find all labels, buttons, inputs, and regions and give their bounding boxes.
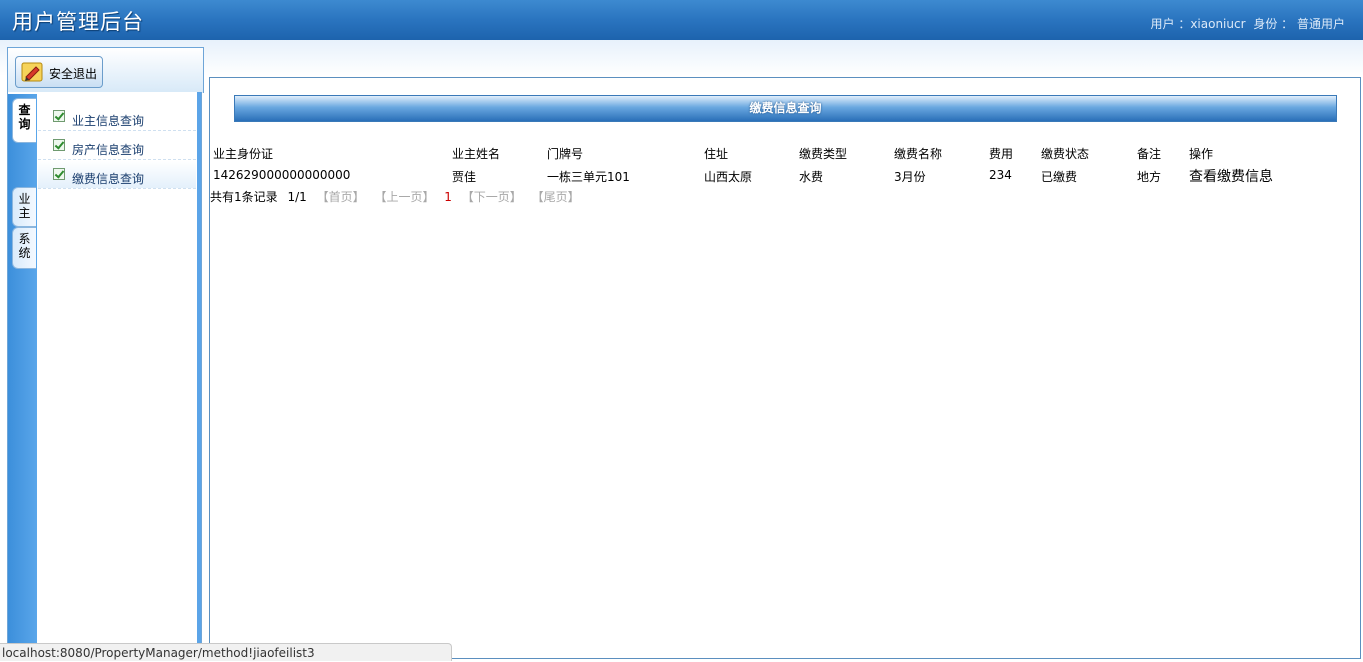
pagination: 共有1条记录 1/1 【首页】 【上一页】 1 【下一页】 【尾页】 — [210, 188, 586, 205]
table-cell-cost: 234 — [989, 168, 1012, 182]
current-user: 用户 ：xiaoniucr — [1150, 17, 1246, 31]
tab-system[interactable]: 系 统 — [12, 227, 36, 269]
tab-query-char-2: 询 — [18, 117, 31, 131]
menu-item-property-info[interactable]: 房产信息查询 — [38, 132, 196, 160]
column-header-door-no: 门牌号 — [547, 147, 584, 161]
column-header-fee-name: 缴费名称 — [894, 147, 943, 161]
menu-item-label: 业主信息查询 — [72, 114, 145, 128]
column-header-address: 住址 — [704, 147, 729, 161]
table-cell-owner-name: 贾佳 — [452, 170, 477, 184]
table-cell-door-no: 一栋三单元101 — [547, 170, 630, 184]
menu-item-payment-info[interactable]: 缴费信息查询 — [38, 161, 196, 189]
column-header-owner-name: 业主姓名 — [452, 147, 501, 161]
first-page-link[interactable]: 【首页】 — [317, 190, 365, 204]
table-cell-fee-type: 水费 — [799, 170, 824, 184]
tab-query[interactable]: 查 询 — [12, 98, 36, 143]
menu-item-owner-info[interactable]: 业主信息查询 — [38, 103, 196, 131]
column-header-fee-type: 缴费类型 — [799, 147, 848, 161]
column-header-id-card: 业主身份证 — [213, 147, 274, 161]
table-cell-status: 已缴费 — [1041, 170, 1078, 184]
sidebar-header: 安全退出 — [7, 47, 204, 93]
last-page-link[interactable]: 【尾页】 — [532, 190, 580, 204]
table-cell-id-card: 142629000000000000 — [213, 168, 351, 182]
checkbox-icon — [53, 139, 65, 151]
sidebar-scroll-edge — [197, 92, 201, 661]
column-header-action: 操作 — [1189, 147, 1214, 161]
table-cell-fee-name: 3月份 — [894, 170, 926, 184]
panel-title-bar: 缴费信息查询 — [234, 95, 1337, 122]
pencil-icon — [21, 62, 43, 82]
next-page-link[interactable]: 【下一页】 — [462, 190, 522, 204]
menu-item-label: 房产信息查询 — [72, 143, 145, 157]
record-count: 共有1条记录 — [210, 190, 278, 204]
tab-query-char-1: 查 — [18, 103, 31, 117]
column-header-cost: 费用 — [989, 147, 1014, 161]
sidebar-tab-strip — [8, 94, 37, 661]
header-gradient-strip — [0, 40, 1363, 76]
tab-system-char-1: 系 — [18, 232, 31, 246]
top-header-bar: 用户管理后台 用户 ：xiaoniucr 身份 ： 普通用户 — [0, 0, 1363, 40]
prev-page-link[interactable]: 【上一页】 — [374, 190, 434, 204]
content-frame — [209, 77, 1361, 659]
page-indicator: 1/1 — [287, 190, 307, 204]
panel-title: 缴费信息查询 — [749, 101, 822, 115]
table-cell-remark: 地方 — [1137, 170, 1162, 184]
checkbox-icon — [53, 110, 65, 122]
column-header-remark: 备注 — [1137, 147, 1162, 161]
column-header-status: 缴费状态 — [1041, 147, 1090, 161]
browser-status-bar: localhost:8080/PropertyManager/method!ji… — [0, 643, 452, 661]
user-info: 用户 ：xiaoniucr 身份 ： 普通用户 — [1147, 15, 1346, 32]
app-title: 用户管理后台 — [12, 10, 144, 34]
logout-button[interactable]: 安全退出 — [15, 56, 103, 88]
logout-label: 安全退出 — [49, 67, 98, 81]
tab-owner-char-1: 业 — [18, 192, 31, 206]
menu-item-label: 缴费信息查询 — [72, 172, 145, 186]
checkbox-icon — [53, 168, 65, 180]
tab-system-char-2: 统 — [18, 246, 31, 260]
tab-owner-char-2: 主 — [18, 206, 31, 220]
current-page[interactable]: 1 — [444, 190, 452, 204]
view-payment-link[interactable]: 查看缴费信息 — [1189, 166, 1273, 186]
table-cell-address: 山西太原 — [704, 170, 753, 184]
tab-owner[interactable]: 业 主 — [12, 187, 36, 227]
user-role: 身份 ： 普通用户 — [1253, 17, 1345, 31]
